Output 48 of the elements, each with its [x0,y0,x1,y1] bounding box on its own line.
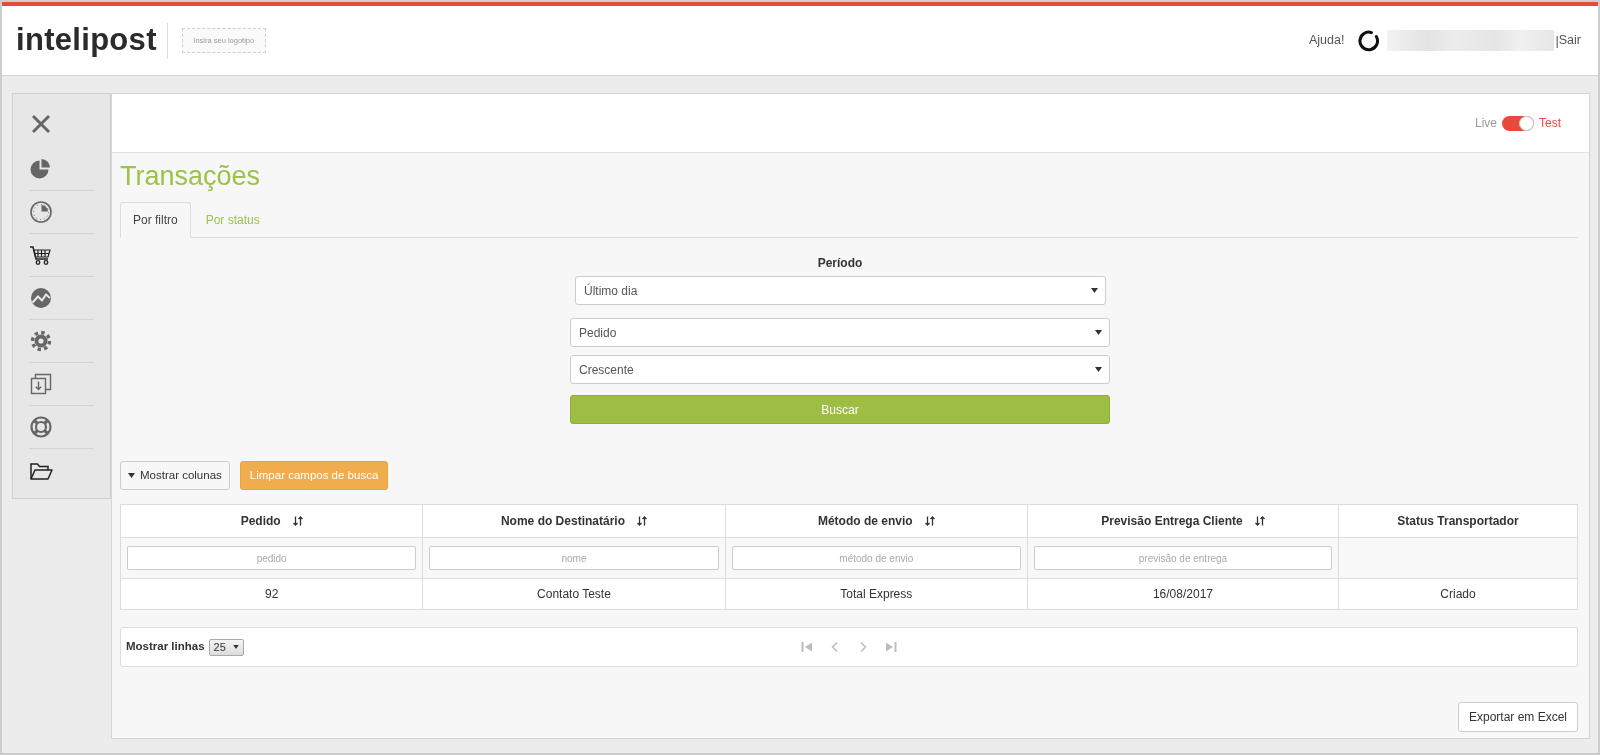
column-header[interactable]: Nome do Destinatário [422,504,726,538]
mode-toggle[interactable] [1502,115,1534,131]
page-size-select[interactable]: 25 [208,638,244,656]
close-icon[interactable] [29,112,53,136]
live-label: Live [1474,115,1497,132]
download-copy-icon[interactable] [29,372,53,396]
lifebuoy-icon[interactable] [29,415,53,439]
filter-field[interactable]: pedido [127,546,417,570]
help-link[interactable]: Ajuda! [1308,31,1345,50]
tab[interactable]: Por filtro [120,202,191,238]
table-cell: Total Express [725,578,1028,610]
filter-field[interactable]: previsão de entrega [1033,546,1332,570]
export-excel-button[interactable]: Exportar em Excel [1457,702,1578,732]
sort-icon[interactable] [1254,516,1265,526]
settings-icon[interactable] [29,329,53,353]
column-header[interactable]: Pedido [120,504,423,538]
select-field[interactable]: Pedido [570,318,1110,347]
column-header[interactable]: Método de envio [725,504,1028,538]
show-columns-button[interactable]: Mostrar colunas [120,461,230,490]
period-label: Período [816,255,864,272]
clock-icon[interactable] [29,200,53,224]
cart-icon[interactable] [29,243,53,267]
rows-label: Mostrar linhas [126,639,205,655]
test-label: Test [1539,115,1561,132]
brand-logo: intelipost [16,23,157,58]
line-chart-circle-icon[interactable] [29,286,53,310]
column-header: Status Transportador [1338,504,1578,538]
select-field[interactable]: Crescente [570,355,1110,384]
column-header[interactable]: Previsão Entrega Cliente [1027,504,1339,538]
sort-icon[interactable] [924,516,935,526]
filter-field[interactable]: nome [429,546,719,570]
caret-icon [1095,367,1102,372]
table-cell: 92 [120,578,423,610]
sort-icon[interactable] [292,516,303,526]
caret-icon [232,645,239,649]
select-field[interactable]: Último dia [575,276,1106,305]
caret-icon [1095,330,1102,335]
sort-icon[interactable] [637,516,647,526]
table-cell: Contato Teste [422,578,726,610]
caret-icon [1091,288,1098,293]
table-cell: Criado [1338,578,1578,610]
filter-field[interactable]: método de envio [731,546,1021,570]
separator-text: | [1555,31,1559,50]
caret-icon [128,473,135,478]
page-title: Transações [120,160,262,193]
table-cell: 16/08/2017 [1027,578,1339,610]
pie-chart-icon[interactable] [29,157,53,181]
ring-icon [1357,29,1380,52]
